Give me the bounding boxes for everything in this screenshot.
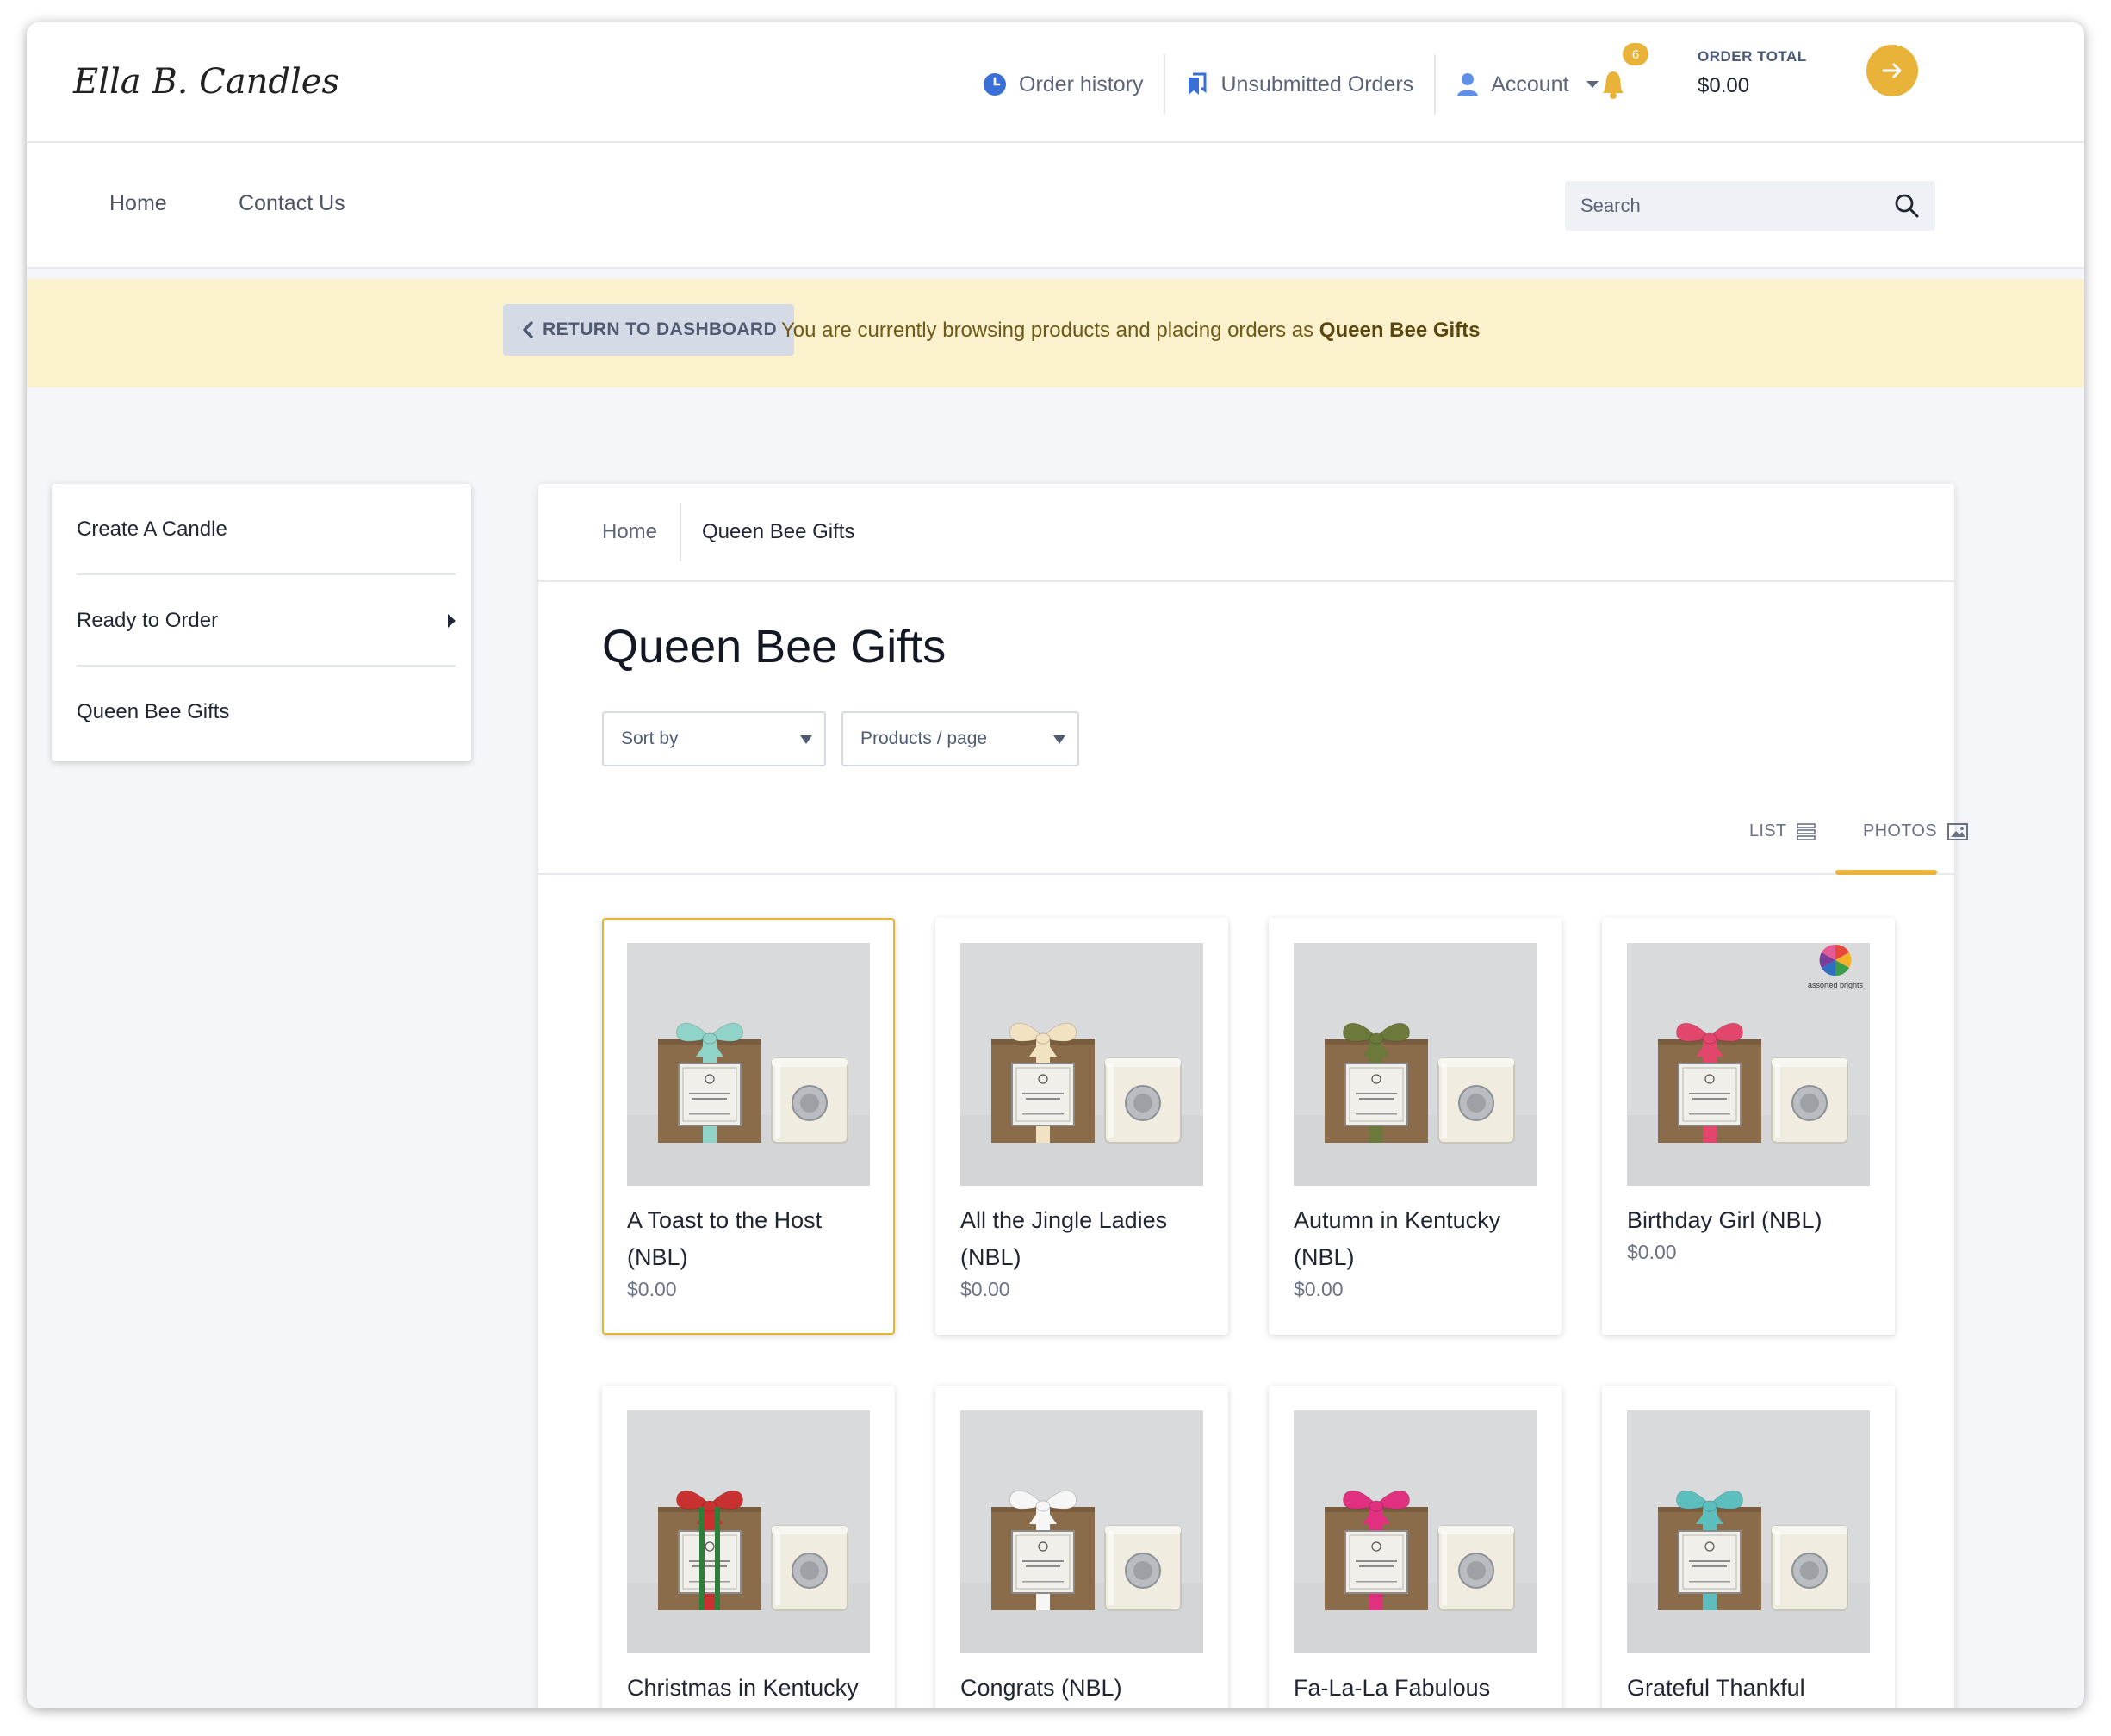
product-card[interactable]: assorted brights Birthday Girl (NBL) $0.0…: [1602, 918, 1895, 1335]
product-image[interactable]: [960, 1410, 1203, 1653]
sidebar-item-label: Create A Candle: [77, 518, 227, 541]
product-image[interactable]: [1294, 943, 1537, 1186]
product-name[interactable]: Christmas in Kentucky (NBL): [627, 1670, 877, 1708]
account-label: Account: [1491, 71, 1569, 96]
products-per-page-label: Products / page: [860, 728, 988, 748]
nav-contact-link[interactable]: Contact Us: [239, 191, 345, 216]
unsubmitted-orders-label: Unsubmitted Orders: [1220, 71, 1414, 96]
breadcrumb: Home Queen Bee Gifts: [538, 484, 1954, 582]
sidebar-item-label: Queen Bee Gifts: [77, 700, 230, 723]
return-to-dashboard-button[interactable]: RETURN TO DASHBOARD: [503, 304, 795, 356]
order-total-value: $0.00: [1698, 74, 1750, 97]
product-image[interactable]: [1627, 1410, 1870, 1653]
top-header: Ella B. Candles Order history Unsubmitte…: [27, 22, 2084, 143]
product-card[interactable]: Fa-La-La Fabulous (NBL)$0.00: [1269, 1386, 1562, 1708]
product-card[interactable]: Autumn in Kentucky (NBL) $0.00: [1269, 918, 1562, 1335]
product-name[interactable]: A Toast to the Host (NBL): [627, 1202, 877, 1276]
active-view-indicator: [1835, 870, 1937, 875]
search-bar: [1565, 181, 1935, 231]
brand-logo[interactable]: Ella B. Candles: [70, 46, 345, 115]
product-image[interactable]: [960, 943, 1203, 1186]
clock-icon: [984, 73, 1006, 96]
product-name[interactable]: Autumn in Kentucky (NBL): [1294, 1202, 1543, 1276]
caret-down-icon: [800, 735, 812, 744]
product-price: $0.00: [627, 1278, 677, 1300]
image-icon: [1946, 822, 1968, 840]
banner-company: Queen Bee Gifts: [1319, 319, 1481, 342]
product-price: $0.00: [960, 1278, 1010, 1300]
breadcrumb-current: Queen Bee Gifts: [702, 520, 855, 543]
banner-message: You are currently browsing products and …: [781, 319, 1481, 343]
product-image[interactable]: [627, 943, 870, 1186]
product-price: $0.00: [1294, 1278, 1344, 1300]
sidebar-item-create-a-candle[interactable]: Create A Candle: [77, 484, 456, 575]
svg-text:Ella B. Candles: Ella B. Candles: [72, 62, 339, 102]
impersonation-banner: RETURN TO DASHBOARD You are currently br…: [27, 279, 2084, 388]
product-image[interactable]: [627, 1410, 870, 1653]
chevron-left-icon: [523, 321, 533, 338]
sidebar-item-queen-bee-gifts[interactable]: Queen Bee Gifts: [77, 666, 456, 758]
divider: [680, 503, 681, 561]
arrow-right-icon: [1882, 63, 1902, 78]
bell-icon[interactable]: [1587, 59, 1639, 110]
list-view-label: LIST: [1749, 822, 1787, 840]
order-history-link[interactable]: Order history: [962, 54, 1164, 115]
caret-down-icon: [1053, 735, 1065, 744]
product-card[interactable]: All the Jingle Ladies (NBL) $0.00: [935, 918, 1228, 1335]
breadcrumb-home-link[interactable]: Home: [602, 520, 657, 544]
product-name[interactable]: Fa-La-La Fabulous (NBL): [1294, 1670, 1543, 1708]
user-icon: [1457, 73, 1479, 96]
assorted-brights-text: assorted brights: [1808, 981, 1864, 989]
product-card[interactable]: Congrats (NBL)$0.00: [935, 1386, 1228, 1708]
product-image[interactable]: assorted brights: [1627, 943, 1870, 1186]
product-listing: Home Queen Bee Gifts Queen Bee Gifts Sor…: [538, 484, 1968, 1708]
app-window: Ella B. Candles Order history Unsubmitte…: [27, 22, 2084, 1708]
nav-home-link[interactable]: Home: [109, 191, 167, 216]
sidebar-item-ready-to-order[interactable]: Ready to Order: [77, 575, 456, 666]
product-card[interactable]: Grateful Thankful Blesssed (NBL)$0.00: [1602, 1386, 1895, 1708]
header-nav: Order history Unsubmitted Orders Account: [962, 48, 1619, 121]
product-card[interactable]: A Toast to the Host (NBL) $0.00: [602, 918, 895, 1335]
products-per-page-select[interactable]: Products / page: [841, 711, 1079, 766]
sort-by-select[interactable]: Sort by: [602, 711, 826, 766]
photos-view-tab[interactable]: PHOTOS: [1863, 822, 1968, 841]
notification-badge: 6: [1623, 43, 1648, 65]
product-name[interactable]: All the Jingle Ladies (NBL): [960, 1202, 1210, 1276]
banner-message-text: You are currently browsing products and …: [781, 319, 1319, 342]
view-toggle: LIST PHOTOS: [538, 811, 1968, 875]
product-name[interactable]: Grateful Thankful Blesssed (NBL): [1627, 1670, 1877, 1708]
page-title: Queen Bee Gifts: [602, 621, 947, 673]
checkout-button[interactable]: [1866, 45, 1918, 96]
sidebar-item-label: Ready to Order: [77, 609, 219, 632]
main-nav: Home Contact Us: [27, 143, 2084, 269]
photos-view-label: PHOTOS: [1863, 822, 1937, 840]
order-history-label: Order history: [1019, 71, 1144, 96]
list-icon: [1797, 822, 1816, 840]
list-view-tab[interactable]: LIST: [1749, 822, 1816, 841]
product-image[interactable]: [1294, 1410, 1537, 1653]
search-icon[interactable]: [1894, 193, 1920, 219]
product-card[interactable]: Christmas in Kentucky (NBL)$0.00: [602, 1386, 895, 1708]
sort-by-label: Sort by: [621, 728, 679, 748]
order-total-label: ORDER TOTAL: [1698, 48, 1807, 65]
unsubmitted-orders-link[interactable]: Unsubmitted Orders: [1165, 54, 1434, 115]
product-price: $0.00: [1627, 1241, 1677, 1263]
product-name[interactable]: Birthday Girl (NBL): [1627, 1202, 1877, 1239]
chevron-right-icon: [448, 614, 456, 628]
return-to-dashboard-label: RETURN TO DASHBOARD: [543, 319, 778, 339]
search-input[interactable]: [1580, 195, 1894, 217]
bookmark-icon: [1189, 72, 1207, 95]
category-sidebar: Create A Candle Ready to Order Queen Bee…: [52, 484, 471, 761]
product-name[interactable]: Congrats (NBL): [960, 1670, 1210, 1707]
